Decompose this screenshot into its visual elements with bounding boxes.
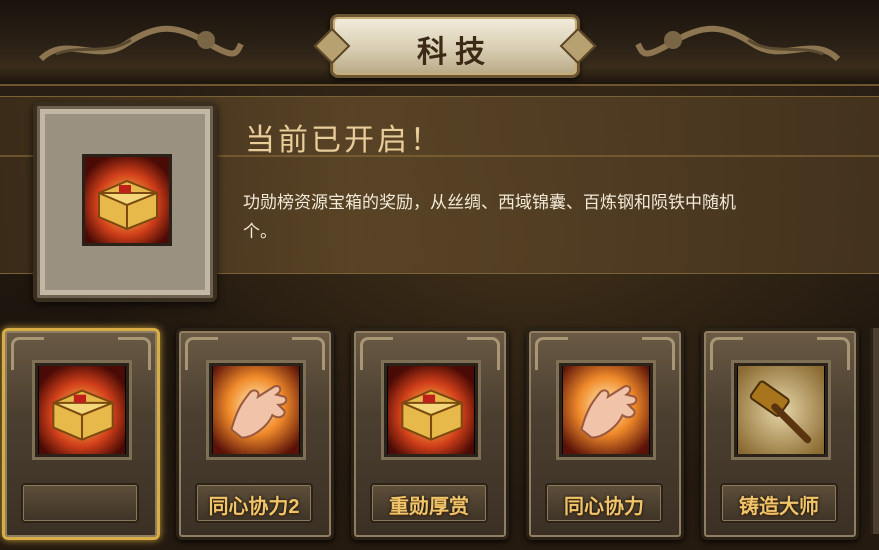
- tech-label-plate: 同心协力: [545, 483, 663, 523]
- description-line: 功勋榜资源宝箱的奖励，从丝绸、西域锦囊、百炼钢和陨铁中随机: [243, 193, 736, 212]
- treasure-chest-icon: [384, 363, 478, 457]
- tech-card[interactable]: 铸造大师: [701, 328, 859, 540]
- detail-icon-frame: [33, 102, 217, 302]
- tech-label: 同心协力: [564, 496, 644, 518]
- dragon-ornament-icon: [635, 25, 841, 62]
- status-text: 当前已开启！: [245, 124, 443, 157]
- dragon-ornament-icon: [38, 25, 244, 62]
- tech-card[interactable]: 同心协力2: [176, 328, 334, 540]
- tech-card[interactable]: [2, 328, 160, 540]
- treasure-chest-icon: [82, 154, 172, 246]
- tech-label-plate: 铸造大师: [720, 483, 838, 523]
- tech-label-plate: [21, 483, 139, 523]
- tech-label: 同心协力2: [208, 496, 300, 518]
- flaming-palm-icon: [559, 363, 653, 457]
- tech-card[interactable]: 同心协力: [526, 328, 684, 540]
- hammer-icon: [734, 363, 828, 457]
- tech-label: 铸造大师: [739, 496, 819, 518]
- tech-label: 重勋厚赏: [389, 496, 469, 518]
- tech-card-partial[interactable]: [870, 328, 879, 534]
- page-title: 科技: [417, 36, 493, 69]
- tech-card[interactable]: 重勋厚赏: [351, 328, 509, 540]
- tech-label-plate: 同心协力2: [195, 483, 313, 523]
- description-line: 个。: [243, 222, 277, 241]
- treasure-chest-icon: [35, 363, 129, 457]
- tech-description: 功勋榜资源宝箱的奖励，从丝绸、西域锦囊、百炼钢和陨铁中随机 个。: [243, 188, 879, 246]
- flaming-palm-icon: [209, 363, 303, 457]
- tech-label-plate: 重勋厚赏: [370, 483, 488, 523]
- title-plate: 科技: [330, 14, 580, 78]
- top-banner: 科技: [0, 0, 879, 86]
